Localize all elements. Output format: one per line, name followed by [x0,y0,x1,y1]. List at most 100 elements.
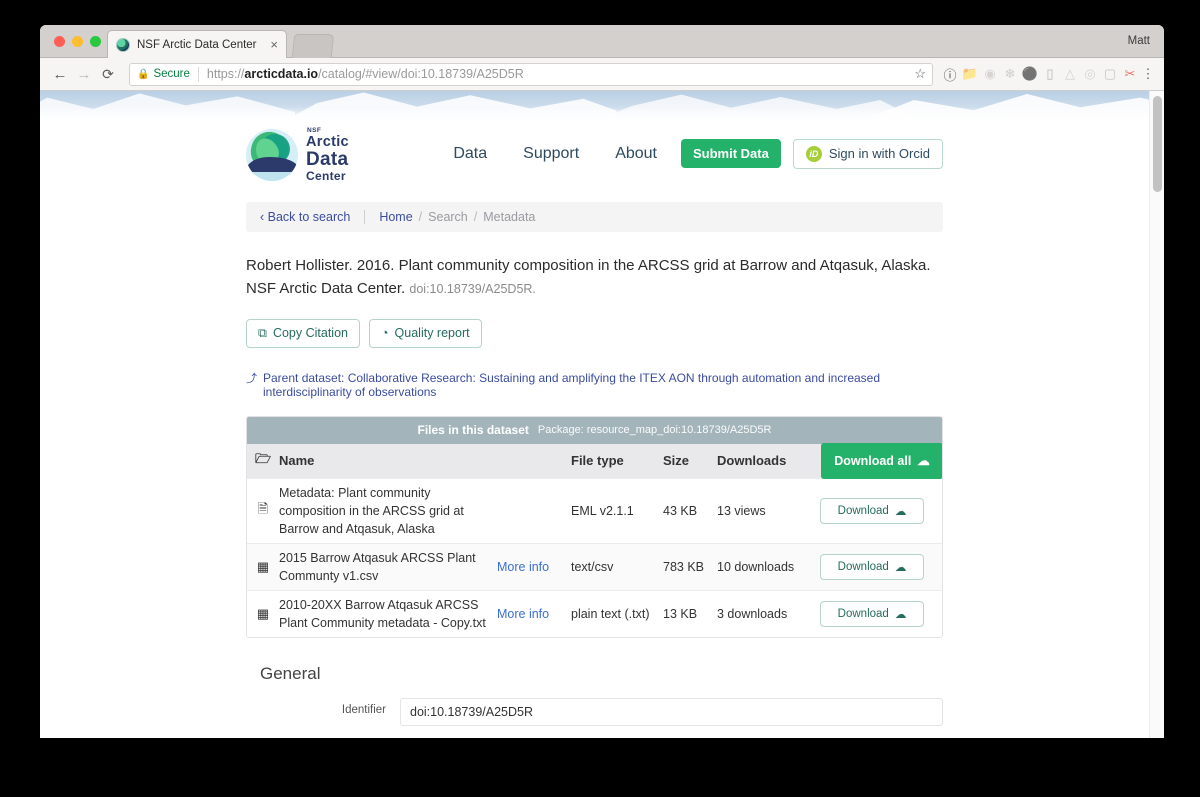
citation-text: Robert Hollister. 2016. Plant community … [246,257,931,297]
orcid-button-label: Sign in with Orcid [829,146,930,161]
identifier-value: doi:10.18739/A25D5R [400,698,943,726]
breadcrumb-divider [364,210,365,224]
forward-button[interactable]: → [72,66,96,83]
download-button-label: Download [838,608,889,620]
url-scheme: https:// [207,67,245,81]
folder-icon[interactable]: 📁 [960,66,980,82]
reload-button[interactable]: ⟳ [96,66,120,83]
file-type: plain text (.txt) [571,607,663,621]
address-bar[interactable]: 🔒 Secure https://arcticdata.io/catalog/#… [129,63,933,86]
logo-word-arctic: Arctic [306,135,349,150]
address-bar-url: https://arcticdata.io/catalog/#view/doi:… [207,67,524,81]
download-button[interactable]: Download ☁ [820,601,924,627]
nav-item-data[interactable]: Data [435,145,505,163]
column-header-name[interactable]: Name [279,453,497,468]
omnibox-divider [198,67,199,82]
file-actions: Download ☁ [820,498,942,524]
copy-citation-button[interactable]: ⧉ Copy Citation [246,319,360,348]
files-panel-banner: Files in this dataset Package: resource_… [247,417,942,444]
info-icon[interactable]: ⓘ [940,65,960,84]
opera-icon[interactable]: ◉ [980,66,1000,82]
snowflake-icon[interactable]: ❄ [1000,66,1020,82]
download-button[interactable]: Download ☁ [820,498,924,524]
table-row[interactable]: ▦ 2015 Barrow Atqasuk ARCSS Plant Commun… [247,543,942,590]
general-section: General Identifier doi:10.18739/A25D5R A… [246,664,943,738]
hero-banner-image [40,91,1149,121]
window-close-button[interactable] [54,36,65,47]
cloud-download-icon: ☁ [917,453,930,468]
tab-close-icon[interactable]: × [270,38,278,51]
browser-toolbar: ← → ⟳ 🔒 Secure https://arcticdata.io/cat… [40,58,1164,91]
site-header: NSF Arctic Data Center Data Support Abou… [40,121,1149,186]
download-all-button[interactable]: Download all ☁ [821,443,943,479]
back-to-search-link[interactable]: ‹ Back to search [260,210,350,224]
quality-report-label: Quality report [395,326,470,340]
logo-word-center: Center [306,170,349,182]
window-maximize-button[interactable] [90,36,101,47]
file-name: Metadata: Plant community composition in… [279,484,497,538]
scrollbar-thumb[interactable] [1153,96,1162,192]
breadcrumb-home-link[interactable]: Home [379,210,412,224]
column-header-file-type[interactable]: File type [571,453,663,468]
file-size: 783 KB [663,560,717,574]
submit-data-button[interactable]: Submit Data [681,139,781,168]
drive-icon[interactable]: △ [1060,66,1080,82]
file-name: 2015 Barrow Atqasuk ARCSS Plant Communty… [279,549,497,585]
copy-citation-label: Copy Citation [273,326,348,340]
nav-item-about[interactable]: About [597,145,675,163]
citation-doi: doi:10.18739/A25D5R. [409,282,535,296]
more-info-link[interactable]: More info [497,560,571,574]
pocket-icon[interactable]: ▯ [1040,66,1060,82]
quality-report-button[interactable]: ◔ Quality report [369,319,482,348]
download-button-label: Download [838,505,889,517]
browser-profile-name[interactable]: Matt [1128,35,1150,47]
cloud-download-icon: ☁ [895,607,907,621]
table-row[interactable]: 🗎 Metadata: Plant community composition … [247,478,942,543]
fingerprint-icon[interactable]: ⚫ [1020,66,1040,82]
nav-item-support[interactable]: Support [505,145,597,163]
back-button[interactable]: ← [48,66,72,83]
browser-menu-icon[interactable]: ⋮ [1140,66,1156,82]
evernote-icon[interactable]: ▢ [1100,66,1120,82]
adblock-icon[interactable]: ✂ [1120,66,1140,82]
file-downloads: 10 downloads [717,560,820,574]
arctic-globe-icon [246,129,298,181]
up-arrow-icon: ⤴ [246,370,257,386]
breadcrumb-separator: / [419,210,422,224]
sign-in-with-orcid-button[interactable]: iD Sign in with Orcid [793,139,943,169]
identifier-label: Identifier [260,698,400,726]
site-logo[interactable]: NSF Arctic Data Center [246,128,349,182]
breadcrumb-metadata: Metadata [483,210,535,224]
dataset-citation: Robert Hollister. 2016. Plant community … [246,254,943,301]
cloud-download-icon: ☁ [895,560,907,574]
secure-label: Secure [153,68,189,80]
bookmark-star-icon[interactable]: ☆ [914,66,926,82]
download-button[interactable]: Download ☁ [820,554,924,580]
column-header-size[interactable]: Size [663,453,717,468]
cloud-download-icon: ☁ [895,504,907,518]
page-viewport: NSF Arctic Data Center Data Support Abou… [40,91,1164,738]
browser-window: NSF Arctic Data Center × Matt ← → ⟳ 🔒 Se… [40,25,1164,738]
download-button-label: Download [838,561,889,573]
copy-icon: ⧉ [258,326,267,341]
breadcrumb-search-link[interactable]: Search [428,210,468,224]
file-actions: Download ☁ [820,554,942,580]
column-header-downloads[interactable]: Downloads [717,453,820,468]
parent-dataset-text: Parent dataset: Collaborative Research: … [263,371,943,399]
page-scrollbar[interactable] [1149,91,1164,738]
section-title-general: General [260,664,943,684]
browser-tab[interactable]: NSF Arctic Data Center × [107,30,287,58]
camera-icon[interactable]: ◎ [1080,66,1100,82]
tab-favicon-icon [116,38,130,52]
site-logo-text: NSF Arctic Data Center [306,128,349,182]
window-minimize-button[interactable] [72,36,83,47]
table-row[interactable]: ▦ 2010-20XX Barrow Atqasuk ARCSS Plant C… [247,590,942,637]
file-actions: Download ☁ [820,601,942,627]
new-tab-button[interactable] [292,34,335,58]
folder-icon: 🗁 [247,450,279,472]
table-icon: ▦ [247,606,279,622]
more-info-link[interactable]: More info [497,607,571,621]
breadcrumb: ‹ Back to search Home / Search / Metadat… [246,202,943,232]
citation-actions: ⧉ Copy Citation ◔ Quality report [246,319,943,348]
parent-dataset-link[interactable]: ⤴ Parent dataset: Collaborative Research… [246,370,943,399]
